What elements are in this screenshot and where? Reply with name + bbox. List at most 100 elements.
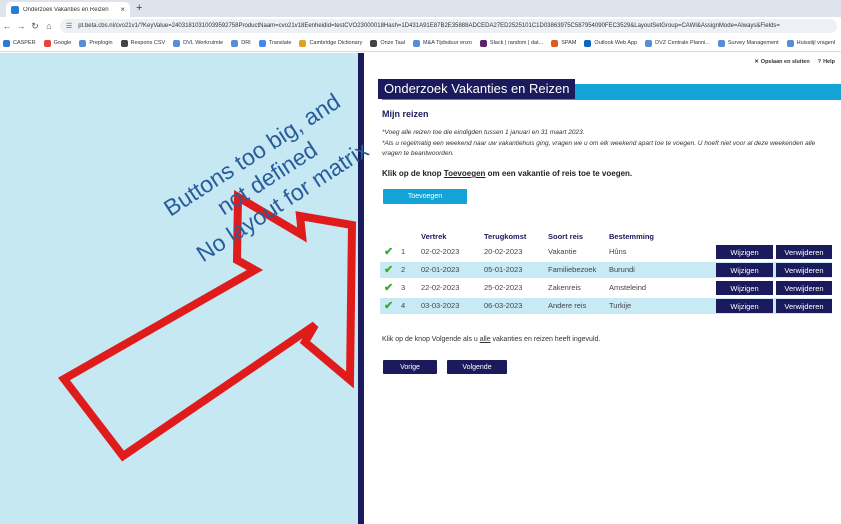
delete-button[interactable]: Verwijderen [776, 299, 832, 313]
forward-icon[interactable]: → [14, 21, 28, 31]
table-row: ✔ 4 03-03-2023 06-03-2023 Andere reis Turkije… [380, 298, 832, 314]
row-number: 3 [401, 283, 406, 292]
bookmark-icon [231, 39, 239, 47]
bookmark-icon [3, 39, 10, 47]
bookmark-label: Huisstijl vragenl [796, 40, 836, 46]
bookmark-item[interactable]: DRI [231, 39, 251, 47]
home-icon[interactable]: ⌂ [42, 21, 56, 31]
save-close-link[interactable]: ✕ Opslaan en sluiten [754, 59, 810, 65]
bookmark-item[interactable]: Cambridge Dictionary [299, 39, 363, 47]
bookmark-item[interactable]: Preplogin [79, 39, 113, 47]
help-icon: ? [817, 59, 822, 65]
new-tab-button[interactable]: + [136, 2, 142, 15]
bookmark-icon [299, 39, 307, 47]
cell-terugkomst: 05-01-2023 [484, 265, 523, 274]
bookmark-label: SPAM [561, 40, 577, 46]
bookmark-item[interactable]: Google [43, 39, 71, 47]
bookmark-item[interactable]: Translate [258, 39, 292, 47]
reload-icon[interactable]: ↻ [28, 21, 42, 32]
bookmark-label: Survey Management [727, 40, 779, 46]
bookmark-icon [258, 39, 266, 47]
bookmark-item[interactable]: Respons CSV [120, 39, 166, 47]
col-terugkomst: Terugkomst [484, 232, 527, 241]
bookmark-label: DRI [241, 40, 251, 46]
address-row: ← → ↻ ⌂ ☰ pt.beta.cbs.nl/cvo21v1/?KeyVal… [0, 17, 841, 35]
bookmark-item[interactable]: DVL Werkruimte [173, 39, 223, 47]
bookmark-icon [786, 39, 794, 47]
row-number: 2 [401, 265, 406, 274]
cell-bestemming: Burundi [609, 265, 635, 274]
bookmark-item[interactable]: DVZ Centrale Planni... [645, 39, 710, 47]
bookmark-label: CASPER [13, 40, 36, 46]
row-number: 1 [401, 247, 406, 256]
delete-button[interactable]: Verwijderen [776, 281, 832, 295]
url-text: pt.beta.cbs.nl/cvo21v1/?KeyValue=2403181… [78, 23, 780, 29]
bookmark-icon [173, 39, 181, 47]
cell-vertrek: 22-02-2023 [421, 283, 460, 292]
cell-soort-reis: Vakantie [548, 247, 577, 256]
col-soort-reis: Soort reis [548, 232, 584, 241]
note-1: *Voeg alle reizen toe die eindigden tuss… [382, 129, 585, 136]
cell-bestemming: Hûns [609, 247, 627, 256]
bookmark-label: Cambridge Dictionary [309, 40, 363, 46]
note-2: *Als u regelmatig een weekend naar uw va… [382, 140, 816, 157]
add-button[interactable]: Toevoegen [383, 189, 467, 204]
cell-bestemming: Amsteleind [609, 283, 647, 292]
next-button[interactable]: Volgende [447, 360, 507, 374]
bookmark-label: M&A Tijdsduur enzo [423, 40, 472, 46]
delete-button[interactable]: Verwijderen [776, 263, 832, 277]
bookmark-icon [43, 39, 51, 47]
bookmark-label: Slack | random | dat... [489, 40, 544, 46]
bookmark-icon [584, 39, 592, 47]
cell-bestemming: Turkije [609, 301, 632, 310]
site-settings-icon[interactable]: ☰ [66, 22, 72, 30]
bookmark-icon [551, 39, 559, 47]
browser-tab[interactable]: Onderzoek Vakanties en Reizen × [6, 2, 130, 17]
bookmark-label: Respons CSV [130, 40, 166, 46]
bookmark-item[interactable]: CASPER [3, 39, 36, 47]
bookmark-item[interactable]: Survey Management [717, 39, 779, 47]
cell-soort-reis: Familiebezoek [548, 265, 597, 274]
cell-soort-reis: Andere reis [548, 301, 587, 310]
bookmark-label: Preplogin [89, 40, 113, 46]
bookmark-icon [645, 39, 653, 47]
check-icon: ✔ [384, 246, 394, 258]
bookmark-label: DVZ Centrale Planni... [655, 40, 710, 46]
table-row: ✔ 3 22-02-2023 25-02-2023 Zakenreis Amstelein… [380, 280, 832, 296]
help-link[interactable]: ? Help [818, 59, 835, 65]
bookmark-icon [79, 39, 87, 47]
add-instruction-link: Toevoegen [443, 169, 486, 178]
edit-button[interactable]: Wijzigen [716, 281, 773, 295]
edit-button[interactable]: Wijzigen [716, 245, 773, 259]
check-icon: ✔ [384, 282, 394, 294]
bookmark-label: Translate [268, 40, 292, 46]
col-vertrek: Vertrek [421, 232, 447, 241]
edit-button[interactable]: Wijzigen [716, 299, 773, 313]
address-bar[interactable]: ☰ pt.beta.cbs.nl/cvo21v1/?KeyValue=24031… [60, 19, 837, 33]
favicon-icon [11, 5, 19, 14]
bookmarks-bar: CASPER Google Preplogin Respons CSV DVL Werk… [0, 35, 841, 52]
next-instruction-link: alle [479, 336, 491, 343]
cell-vertrek: 03-03-2023 [421, 301, 460, 310]
edit-button[interactable]: Wijzigen [716, 263, 773, 277]
bookmark-item[interactable]: SPAM [551, 39, 577, 47]
delete-button[interactable]: Verwijderen [776, 245, 832, 259]
bookmark-item[interactable]: Slack | random | dat... [479, 39, 544, 47]
tab-close-icon[interactable]: × [120, 5, 125, 14]
add-instruction: Klik op de knop Toevoegen om een vakanti… [382, 169, 633, 178]
bookmark-item[interactable]: Outlook Web App [584, 39, 637, 47]
bookmark-label: Onze Taal [380, 40, 405, 46]
bookmark-item[interactable]: Huisstijl vragenl [786, 39, 836, 47]
previous-button[interactable]: Vorige [383, 360, 437, 374]
bookmark-item[interactable]: Onze Taal [370, 39, 405, 47]
browser-tabstrip: Onderzoek Vakanties en Reizen × + [0, 0, 841, 17]
close-icon: ✕ [754, 59, 759, 65]
bookmark-icon [370, 39, 378, 47]
bookmark-icon [717, 39, 725, 47]
bookmark-icon [120, 39, 128, 47]
page-title: Onderzoek Vakanties en Reizen [378, 79, 576, 99]
bookmark-item[interactable]: M&A Tijdsduur enzo [413, 39, 472, 47]
back-icon[interactable]: ← [0, 21, 14, 31]
cell-terugkomst: 06-03-2023 [484, 301, 523, 310]
check-icon: ✔ [384, 264, 394, 276]
